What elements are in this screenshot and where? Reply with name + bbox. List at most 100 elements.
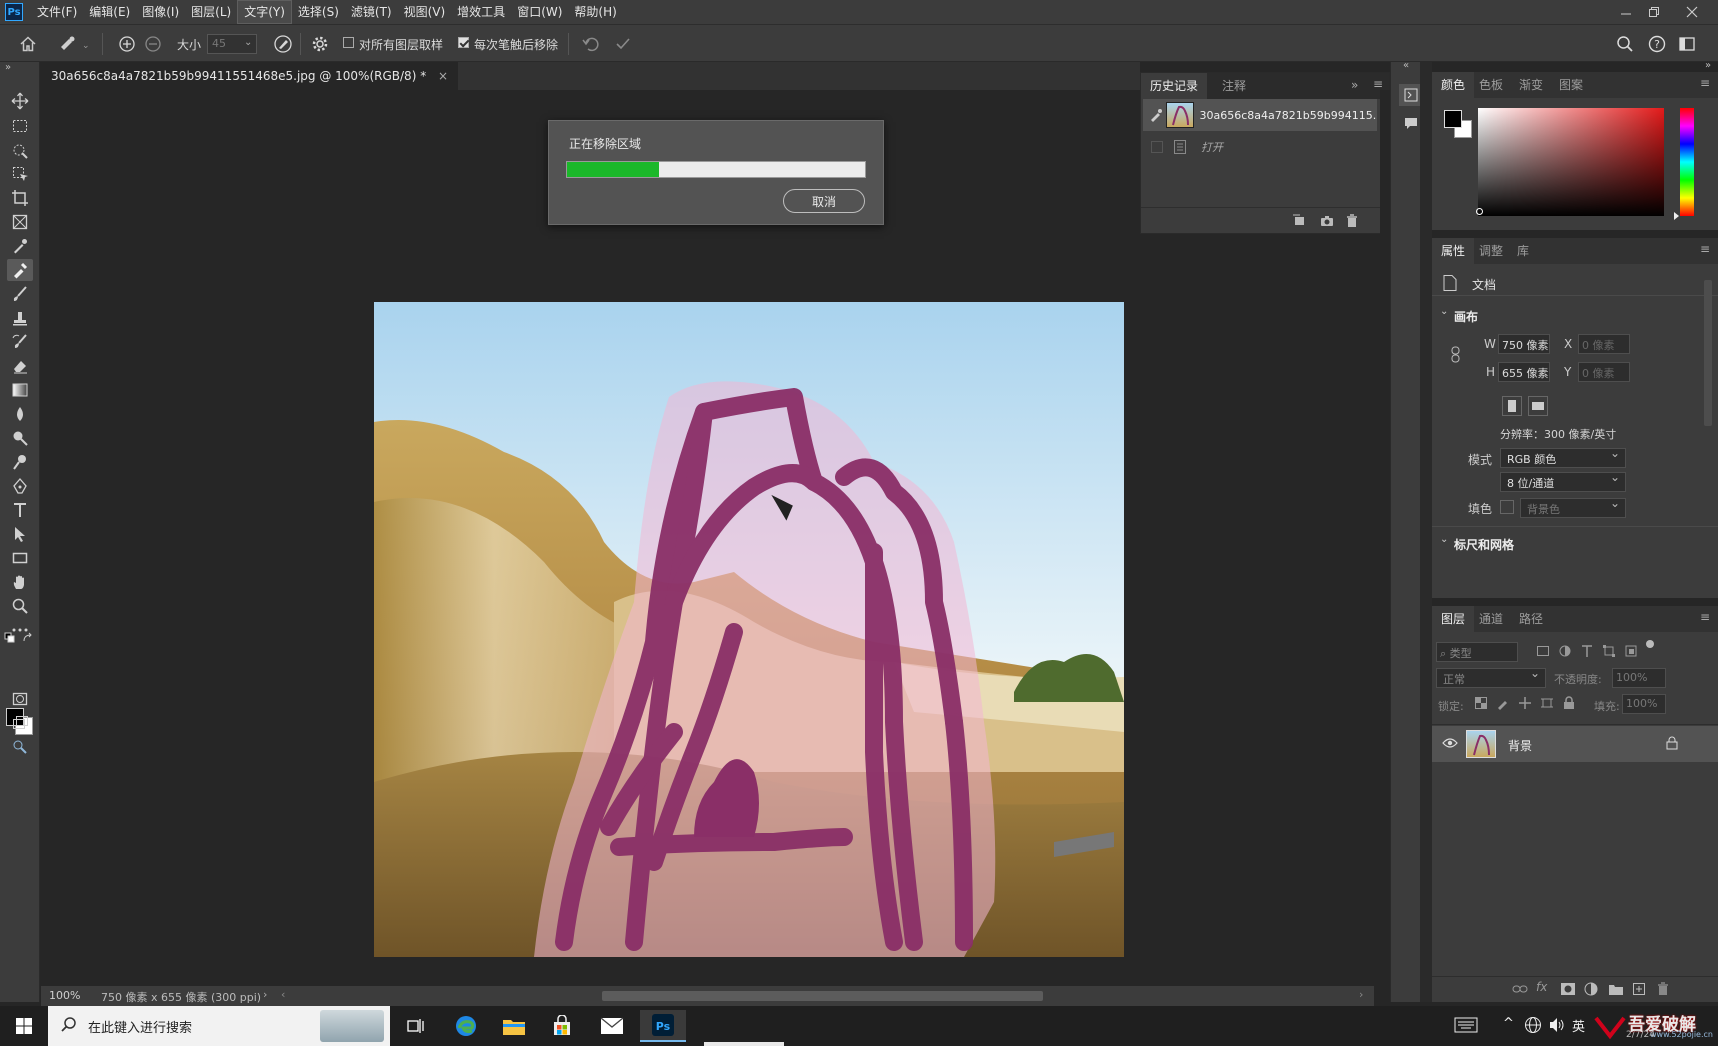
- crop-select-tool-icon[interactable]: [7, 163, 33, 185]
- pen-tool-icon[interactable]: [7, 475, 33, 497]
- filter-toggle-icon[interactable]: [1646, 640, 1654, 648]
- filter-smart-object-icon[interactable]: [1624, 644, 1638, 658]
- remove-tool-preset-icon[interactable]: [56, 33, 78, 55]
- tab-gradients[interactable]: 渐变: [1510, 72, 1552, 98]
- folder-icon[interactable]: [1608, 982, 1624, 996]
- canvas-section-title[interactable]: 画布: [1454, 308, 1478, 325]
- lock-all-icon[interactable]: [1562, 696, 1576, 710]
- height-input[interactable]: 655 像素: [1498, 362, 1550, 382]
- fill-select[interactable]: 背景色: [1520, 496, 1626, 518]
- eraser-tool-icon[interactable]: [7, 355, 33, 377]
- status-more-icon[interactable]: ›: [263, 988, 267, 1001]
- photoshop-taskbar-icon[interactable]: Ps: [640, 1010, 686, 1042]
- document-tab[interactable]: 30a656c8a4a7821b59b99411551468e5.jpg @ 1…: [41, 62, 459, 90]
- history-brush-tool-icon[interactable]: [7, 331, 33, 353]
- layer-lock-icon[interactable]: [1666, 736, 1678, 750]
- search-icon[interactable]: [1614, 33, 1636, 55]
- show-hidden-icons-chevron[interactable]: ^: [1503, 1016, 1514, 1031]
- collapse-toolbar-icon[interactable]: »: [5, 62, 11, 73]
- dodge-lollipop-icon[interactable]: [7, 451, 33, 473]
- tab-libraries[interactable]: 库: [1508, 238, 1538, 264]
- properties-scrollbar-thumb[interactable]: [1704, 280, 1712, 426]
- filter-pixel-icon[interactable]: [1536, 644, 1550, 658]
- add-brush-mode-icon[interactable]: [116, 33, 138, 55]
- keyboard-icon[interactable]: [1454, 1016, 1478, 1034]
- menu-window[interactable]: 窗口(W): [511, 0, 568, 24]
- move-tool-icon[interactable]: [7, 90, 33, 112]
- panel-menu-icon[interactable]: ≡: [1700, 242, 1710, 256]
- menu-help[interactable]: 帮助(H): [568, 0, 622, 24]
- dodge-tool-icon[interactable]: [7, 427, 33, 449]
- eyedropper-tool-icon[interactable]: [7, 235, 33, 257]
- menu-edit[interactable]: 编辑(E): [83, 0, 136, 24]
- history-source-checkbox[interactable]: [1151, 141, 1163, 153]
- layer-filter-select[interactable]: ⌕ 类型: [1436, 642, 1518, 662]
- quick-mask-icon[interactable]: [7, 688, 33, 710]
- panel-menu-icon[interactable]: ≡: [1700, 610, 1710, 624]
- edit-toolbar-icon[interactable]: [7, 736, 33, 758]
- scroll-left-icon[interactable]: ‹: [281, 988, 285, 1001]
- rulers-grids-section-title[interactable]: 标尺和网格: [1454, 536, 1514, 553]
- filter-type-icon[interactable]: [1580, 644, 1594, 658]
- x-input[interactable]: 0 像素: [1578, 334, 1630, 354]
- width-input[interactable]: 750 像素: [1498, 334, 1550, 354]
- preset-chevron-icon[interactable]: ⌄: [82, 41, 90, 51]
- workspace-icon[interactable]: [1676, 33, 1698, 55]
- hue-slider-marker[interactable]: [1674, 212, 1679, 220]
- type-tool-icon[interactable]: [7, 499, 33, 521]
- clone-stamp-tool-icon[interactable]: [7, 307, 33, 329]
- trash-icon[interactable]: [1656, 982, 1670, 996]
- object-selection-tool-icon[interactable]: [7, 139, 33, 161]
- size-chevron-icon[interactable]: ⌄: [244, 37, 252, 48]
- edge-browser-icon[interactable]: [444, 1010, 488, 1042]
- close-window-icon[interactable]: [1676, 0, 1708, 24]
- expand-dock-icon[interactable]: »: [1705, 60, 1711, 71]
- default-colors-icon[interactable]: [4, 632, 16, 644]
- camera-snapshot-icon[interactable]: [1319, 213, 1335, 229]
- chevron-down-icon[interactable]: ⌄: [1440, 534, 1448, 545]
- mask-icon[interactable]: [1560, 982, 1576, 996]
- trash-icon[interactable]: [1344, 213, 1360, 229]
- swap-colors-icon[interactable]: [22, 632, 34, 644]
- rectangle-tool-icon[interactable]: [7, 547, 33, 569]
- remove-tool-icon[interactable]: [7, 259, 33, 281]
- subtract-brush-mode-icon[interactable]: [142, 33, 164, 55]
- history-brush-source-icon[interactable]: [1149, 108, 1166, 122]
- layer-name[interactable]: 背景: [1508, 737, 1532, 754]
- lock-pixels-icon[interactable]: [1496, 696, 1510, 710]
- menu-file[interactable]: 文件(F): [31, 0, 83, 24]
- panel-menu-icon[interactable]: ≡: [1373, 77, 1383, 91]
- tab-paths[interactable]: 路径: [1510, 606, 1552, 632]
- path-selection-tool-icon[interactable]: [7, 523, 33, 545]
- color-foreground-swatch[interactable]: [1444, 110, 1462, 128]
- blend-mode-select[interactable]: 正常: [1436, 666, 1546, 688]
- menu-plugins[interactable]: 增效工具: [451, 0, 511, 24]
- fx-icon[interactable]: fx: [1536, 980, 1547, 994]
- lock-position-icon[interactable]: [1518, 696, 1532, 710]
- volume-icon[interactable]: [1548, 1016, 1566, 1034]
- fill-input[interactable]: 100%: [1622, 694, 1666, 714]
- lock-artboard-icon[interactable]: [1540, 696, 1554, 710]
- blur-tool-icon[interactable]: [7, 403, 33, 425]
- menu-select[interactable]: 选择(S): [292, 0, 345, 24]
- panel-menu-icon[interactable]: ≡: [1700, 76, 1710, 90]
- expand-panels-icon[interactable]: »: [1351, 78, 1358, 92]
- link-icon[interactable]: [1512, 982, 1528, 996]
- chevron-down-icon[interactable]: ⌄: [1440, 306, 1448, 317]
- remove-after-stroke-checkbox[interactable]: [458, 37, 469, 48]
- taskbar-search-box[interactable]: 在此键入进行搜索: [48, 1006, 390, 1046]
- restore-icon[interactable]: [1638, 0, 1670, 24]
- filter-shape-icon[interactable]: [1602, 644, 1616, 658]
- crop-tool-icon[interactable]: [7, 187, 33, 209]
- pressure-size-icon[interactable]: [272, 33, 294, 55]
- close-tab-icon[interactable]: ×: [438, 69, 448, 83]
- adjustment-icon[interactable]: [1584, 982, 1598, 996]
- y-input[interactable]: 0 像素: [1578, 362, 1630, 382]
- mail-icon[interactable]: [590, 1010, 634, 1042]
- brush-tool-icon[interactable]: [7, 283, 33, 305]
- menu-image[interactable]: 图像(I): [136, 0, 185, 24]
- screen-mode-icon[interactable]: [7, 712, 33, 734]
- tab-properties[interactable]: 属性: [1432, 238, 1475, 264]
- menu-view[interactable]: 视图(V): [398, 0, 452, 24]
- zoom-tool-icon[interactable]: [7, 595, 33, 617]
